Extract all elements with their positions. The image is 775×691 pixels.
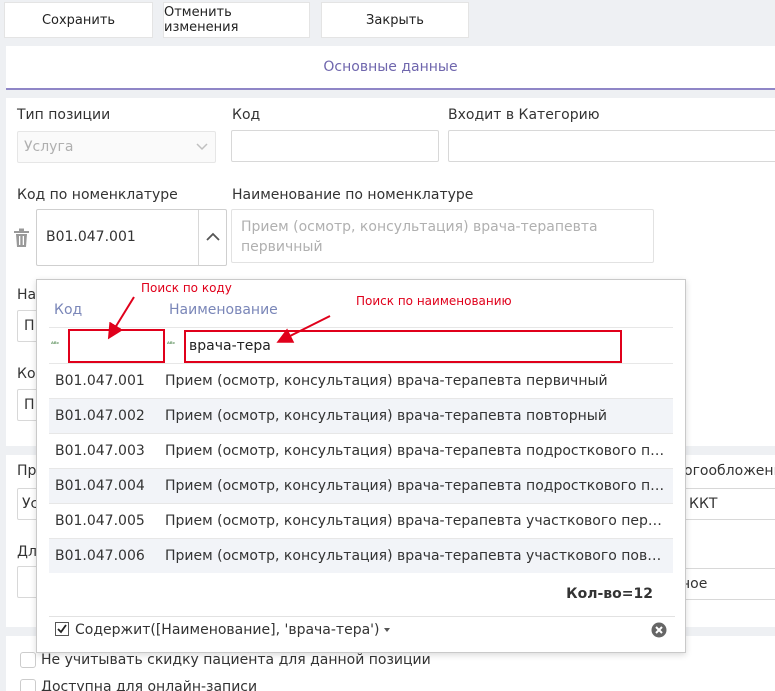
filter-icon-code: ᴬᴮᶜ xyxy=(51,341,60,348)
code-input[interactable] xyxy=(231,130,439,162)
chevron-up-icon[interactable] xyxy=(206,232,220,241)
row-code: B01.047.006 xyxy=(55,548,145,564)
position-type-label: Тип позиции xyxy=(17,107,111,123)
kkt-value: ККТ xyxy=(689,496,718,512)
hidden-label-1: На xyxy=(17,287,37,303)
online-booking-checkbox[interactable] xyxy=(20,679,36,691)
hidden-label-4: Дл xyxy=(17,544,37,560)
nom-name-field: Прием (осмотр, консультация) врача-терап… xyxy=(231,209,654,263)
nom-name-value: Прием (осмотр, консультация) врача-терап… xyxy=(241,219,598,255)
list-item[interactable]: B01.047.003 Прием (осмотр, консультация)… xyxy=(49,433,673,468)
nom-name-label: Наименование по номенклатуре xyxy=(232,187,474,203)
tab-label: Основные данные xyxy=(323,59,458,75)
row-code: B01.047.001 xyxy=(55,373,145,389)
divider xyxy=(49,616,675,617)
category-label: Входит в Категорию xyxy=(448,107,600,123)
column-header-code[interactable]: Код xyxy=(54,302,82,318)
ignore-discount-checkbox[interactable] xyxy=(20,652,36,668)
row-code: B01.047.005 xyxy=(55,513,145,529)
ignore-discount-label: Не учитывать скидку пациента для данной … xyxy=(41,652,431,668)
cancel-changes-button[interactable]: Отменить изменения xyxy=(163,2,310,38)
taxation-label: огообложени xyxy=(684,463,775,479)
row-code: B01.047.002 xyxy=(55,408,145,424)
position-type-value: Услуга xyxy=(24,139,74,155)
row-code: B01.047.003 xyxy=(55,443,145,459)
hidden-input-1-value: П xyxy=(24,318,35,334)
chevron-down-icon xyxy=(196,143,208,151)
filter-expression-text: Содержит([Наименование], 'врача-тера') xyxy=(75,622,380,638)
list-item[interactable]: B01.047.004 Прием (осмотр, консультация)… xyxy=(49,468,673,503)
row-name: Прием (осмотр, консультация) врача-терап… xyxy=(165,478,665,494)
kkt-select[interactable]: ККТ xyxy=(680,488,775,520)
filter-icon-name: ᴬᴮᶜ xyxy=(167,341,176,348)
filter-name-input[interactable]: врача-тера xyxy=(184,330,622,363)
list-item[interactable]: B01.047.002 Прием (осмотр, консультация)… xyxy=(49,398,673,433)
annotation-search-code: Поиск по коду xyxy=(141,281,232,295)
list-item[interactable]: B01.047.001 Прием (осмотр, консультация)… xyxy=(49,363,673,398)
nom-code-value: B01.047.001 xyxy=(46,229,136,245)
filter-code-input[interactable] xyxy=(68,329,165,363)
nomenclature-dropdown: Код Наименование ᴬᴮᶜ ᴬᴮᶜ врача-тера B01.… xyxy=(36,279,686,653)
hidden-input-2-value: П xyxy=(24,397,35,413)
row-name: Прием (осмотр, консультация) врача-терап… xyxy=(165,408,607,424)
row-name: Прием (осмотр, консультация) врача-терап… xyxy=(165,373,608,389)
filter-expression[interactable]: Содержит([Наименование], 'врача-тера') xyxy=(75,622,393,638)
list-item[interactable]: B01.047.006 Прием (осмотр, консультация)… xyxy=(49,538,673,573)
trash-icon[interactable] xyxy=(13,228,30,248)
row-name: Прием (осмотр, консультация) врача-терап… xyxy=(165,443,665,459)
list-item[interactable]: B01.047.005 Прием (осмотр, консультация)… xyxy=(49,503,673,538)
online-booking-label: Доступна для онлайн-записи xyxy=(41,679,258,691)
filter-name-value: врача-тера xyxy=(189,338,271,354)
hidden-label-3: Пр xyxy=(17,463,37,479)
annotation-search-name: Поиск по наименованию xyxy=(356,294,512,308)
save-button[interactable]: Сохранить xyxy=(4,2,153,38)
category-select[interactable] xyxy=(448,130,775,162)
nom-code-select[interactable]: B01.047.001 xyxy=(36,209,227,266)
close-button[interactable]: Закрыть xyxy=(321,2,469,38)
caret-down-icon xyxy=(384,628,391,632)
row-name: Прием (осмотр, консультация) врача-терап… xyxy=(165,513,665,529)
row-code: B01.047.004 xyxy=(55,478,145,494)
row-name: Прием (осмотр, консультация) врача-терап… xyxy=(165,548,665,564)
filter-enabled-checkbox[interactable] xyxy=(55,622,69,636)
hidden-label-2: Ко xyxy=(17,366,36,382)
position-type-select[interactable]: Услуга xyxy=(17,131,216,163)
clear-filter-icon[interactable] xyxy=(651,622,667,638)
row-count: Кол-во=12 xyxy=(566,586,653,602)
tab-main-data[interactable]: Основные данные xyxy=(6,46,775,90)
right-select-2[interactable]: ное xyxy=(680,568,775,600)
nom-code-label: Код по номенклатуре xyxy=(17,187,178,203)
column-header-name[interactable]: Наименование xyxy=(169,302,278,318)
code-label: Код xyxy=(232,107,261,123)
